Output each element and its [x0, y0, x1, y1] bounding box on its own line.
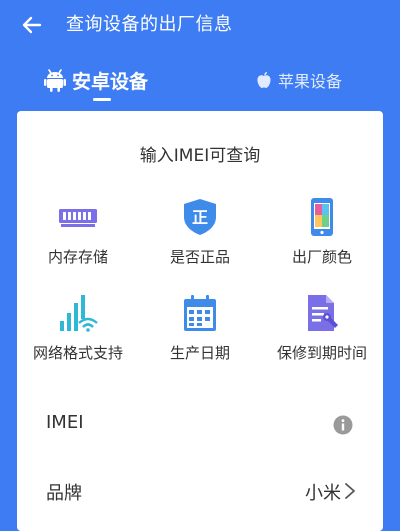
feature-memory-label: 内存存储 — [47, 248, 108, 266]
brand-label: 品牌 — [46, 483, 82, 504]
android-icon — [44, 69, 66, 92]
tab-android-label: 安卓设备 — [72, 70, 149, 93]
feature-genuine-label: 是否正品 — [169, 248, 230, 266]
page-title: 查询设备的出厂信息 — [66, 14, 233, 35]
tab-apple-label: 苹果设备 — [278, 72, 343, 91]
warranty-document-icon — [308, 295, 338, 331]
feature-network[interactable]: 网络格式支持 — [17, 293, 139, 363]
feature-warranty[interactable]: 保修到期时间 — [261, 293, 383, 363]
feature-color-label: 出厂颜色 — [291, 248, 352, 266]
feature-production-date[interactable]: 生产日期 — [139, 293, 261, 363]
shield-char: 正 — [192, 208, 208, 227]
imei-label: IMEI — [46, 412, 84, 433]
tab-apple[interactable]: 苹果设备 — [256, 55, 342, 105]
query-card: 输入IMEI可查询 内存存储 正 是否正品 出厂颜色 网络格式支持 生产日期 保… — [17, 111, 383, 531]
signal-wifi-icon — [60, 295, 98, 332]
genuine-shield-icon: 正 — [184, 199, 216, 235]
calendar-icon — [184, 295, 216, 331]
device-tabs: 安卓设备 苹果设备 — [0, 55, 400, 105]
feature-warranty-label: 保修到期时间 — [276, 344, 367, 362]
feature-production-date-label: 生产日期 — [169, 344, 230, 362]
apple-icon — [257, 71, 271, 88]
info-icon[interactable] — [333, 415, 353, 435]
memory-chip-icon — [59, 209, 97, 227]
phone-color-icon — [311, 198, 333, 236]
app-header: 查询设备的出厂信息 — [0, 0, 400, 50]
feature-memory[interactable]: 内存存储 — [17, 197, 139, 267]
tab-indicator — [93, 98, 111, 101]
brand-row[interactable]: 品牌 小米 — [17, 467, 383, 517]
feature-genuine[interactable]: 正 是否正品 — [139, 197, 261, 267]
feature-color[interactable]: 出厂颜色 — [261, 197, 383, 267]
brand-value: 小米 — [305, 483, 341, 504]
chevron-right-icon — [345, 483, 355, 499]
imei-row[interactable]: IMEI — [17, 400, 383, 450]
back-arrow-icon[interactable] — [20, 13, 44, 37]
feature-network-label: 网络格式支持 — [32, 344, 123, 362]
card-title: 输入IMEI可查询 — [139, 146, 261, 166]
